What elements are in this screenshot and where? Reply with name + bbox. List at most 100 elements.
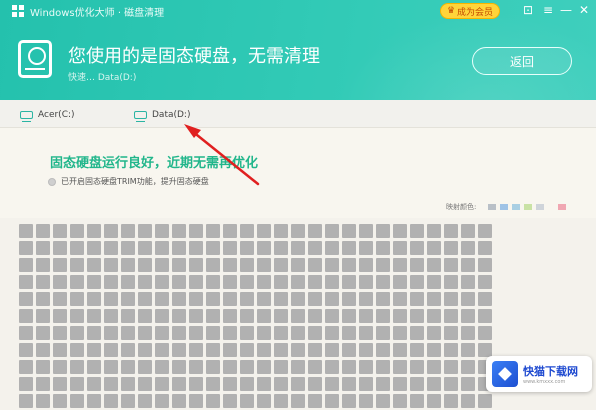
disk-block	[53, 224, 67, 238]
disk-block	[342, 394, 356, 408]
disk-block	[70, 258, 84, 272]
disk-block	[240, 343, 254, 357]
disk-block	[308, 377, 322, 391]
disk-block	[359, 309, 373, 323]
disk-block	[36, 224, 50, 238]
disk-block	[138, 224, 152, 238]
disk-block	[342, 377, 356, 391]
disk-block	[257, 343, 271, 357]
disk-block	[461, 275, 475, 289]
disk-block	[376, 275, 390, 289]
disk-block	[342, 258, 356, 272]
disk-block	[104, 343, 118, 357]
disk-block	[70, 241, 84, 255]
disk-block	[393, 326, 407, 340]
disk-block	[342, 275, 356, 289]
disk-block	[240, 258, 254, 272]
disk-block	[291, 224, 305, 238]
disk-block	[19, 326, 33, 340]
disk-block	[461, 241, 475, 255]
skin-icon[interactable]: ⊡	[520, 2, 536, 18]
disk-block	[308, 360, 322, 374]
disk-block	[308, 343, 322, 357]
disk-block	[70, 292, 84, 306]
disk-block	[138, 275, 152, 289]
disk-block	[240, 326, 254, 340]
disk-block	[189, 292, 203, 306]
disk-block	[240, 309, 254, 323]
disk-block	[359, 258, 373, 272]
disk-block	[325, 292, 339, 306]
disk-block	[240, 394, 254, 408]
disk-block	[87, 343, 101, 357]
disk-block	[427, 360, 441, 374]
disk-block	[172, 343, 186, 357]
disk-block	[359, 275, 373, 289]
disk-block	[325, 360, 339, 374]
disk-block	[478, 343, 492, 357]
disk-block	[376, 292, 390, 306]
disk-block	[444, 224, 458, 238]
disk-block	[53, 326, 67, 340]
disk-block	[138, 241, 152, 255]
disk-block	[172, 258, 186, 272]
disk-block	[376, 224, 390, 238]
close-button[interactable]: ✕	[576, 2, 592, 18]
disk-block	[274, 309, 288, 323]
disk-block	[104, 394, 118, 408]
menu-icon[interactable]: ≡	[540, 2, 556, 18]
disk-block	[223, 309, 237, 323]
disk-block	[172, 224, 186, 238]
disk-block	[257, 258, 271, 272]
disk-block	[36, 275, 50, 289]
disk-block	[427, 343, 441, 357]
disk-block	[155, 309, 169, 323]
disk-block	[138, 258, 152, 272]
disk-block	[155, 224, 169, 238]
disk-block	[325, 343, 339, 357]
disk-block	[189, 394, 203, 408]
tab-drive-d[interactable]: Data(D:)	[134, 105, 190, 125]
disk-block	[461, 394, 475, 408]
disk-block	[155, 275, 169, 289]
disk-block	[461, 377, 475, 391]
disk-block	[376, 326, 390, 340]
disk-block	[376, 343, 390, 357]
drive-icon	[134, 111, 147, 122]
minimize-button[interactable]: —	[558, 2, 574, 18]
disk-block	[342, 360, 356, 374]
disk-block	[70, 360, 84, 374]
disk-block	[393, 241, 407, 255]
back-button[interactable]: 返回	[472, 47, 572, 75]
disk-block	[121, 309, 135, 323]
disk-block	[240, 292, 254, 306]
disk-block	[223, 241, 237, 255]
tab-drive-c[interactable]: Acer(C:)	[20, 105, 75, 125]
legend-label: 映射颜色:	[446, 203, 477, 211]
disk-block	[274, 275, 288, 289]
windows-logo-icon	[12, 5, 24, 17]
disk-block	[138, 292, 152, 306]
disk-block	[240, 377, 254, 391]
disk-block	[359, 394, 373, 408]
disk-block	[427, 309, 441, 323]
info-dot-icon	[48, 177, 56, 186]
disk-block	[359, 292, 373, 306]
disk-block	[393, 292, 407, 306]
disk-block	[104, 377, 118, 391]
disk-block	[257, 394, 271, 408]
disk-block	[223, 343, 237, 357]
disk-block	[87, 275, 101, 289]
disk-block	[444, 275, 458, 289]
disk-block	[461, 309, 475, 323]
disk-block	[36, 241, 50, 255]
disk-block	[359, 360, 373, 374]
disk-block	[308, 275, 322, 289]
disk-block	[410, 292, 424, 306]
disk-block	[138, 360, 152, 374]
member-button[interactable]: ♛ 成为会员	[440, 3, 500, 19]
disk-block	[240, 224, 254, 238]
disk-block	[87, 292, 101, 306]
legend-swatch	[488, 204, 497, 210]
disk-block	[53, 275, 67, 289]
